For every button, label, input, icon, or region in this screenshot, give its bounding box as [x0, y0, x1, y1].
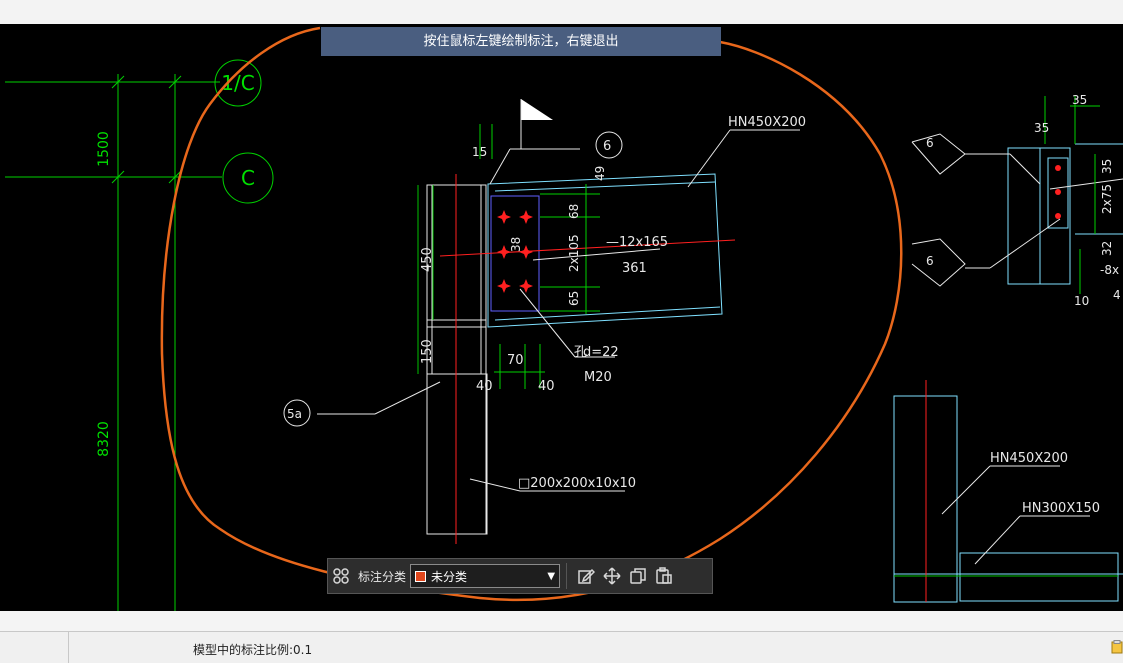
status-bar: 模型中的标注比例:0.1 — [0, 611, 1123, 663]
status-row: 模型中的标注比例:0.1 — [0, 632, 1123, 663]
copy-icon[interactable] — [625, 563, 651, 589]
right-dim-32: 32 — [1100, 241, 1114, 256]
connection-plate — [490, 195, 540, 312]
weld-dim-15: 15 — [472, 145, 487, 159]
hint-banner: 按住鼠标左键绘制标注，右键退出 — [321, 27, 721, 56]
cad-drawing: 1/C C 1500 8320 49 68 2x105 65 38 70 40 … — [5, 26, 1123, 611]
dim-65: 65 — [567, 291, 581, 306]
right-dim-35a: 35 — [1072, 93, 1087, 107]
cad-canvas[interactable]: 1/C C 1500 8320 49 68 2x105 65 38 70 40 … — [0, 24, 1123, 611]
chevron-down-icon: ▼ — [547, 570, 556, 582]
label-bolt: M20 — [584, 370, 612, 385]
right-dim-4: 4 — [1113, 288, 1121, 302]
grid-icon[interactable] — [328, 563, 354, 589]
site-weld-flag — [521, 99, 553, 120]
right-dim-8x: -8x — [1100, 263, 1119, 277]
grid-label-c: C — [241, 166, 255, 190]
dim-68: 68 — [567, 204, 581, 219]
right-dim-10: 10 — [1074, 294, 1089, 308]
top-toolbar-strip — [0, 0, 1123, 25]
paste-icon[interactable] — [651, 563, 677, 589]
annotation-toolbar: 标注分类 未分类 ▼ — [327, 558, 713, 594]
right-dim-35b: 35 — [1034, 121, 1049, 135]
column-lower — [426, 373, 488, 535]
label-detail-5a: 5a — [287, 407, 302, 421]
dim-2x105: 2x105 — [567, 234, 581, 272]
label-bolt-hole: d=22 — [583, 345, 619, 360]
category-color-swatch — [415, 570, 427, 582]
dim-49: 49 — [593, 166, 607, 181]
edit-icon[interactable] — [573, 563, 599, 589]
dim-40b: 40 — [538, 379, 555, 394]
right-dim-35c: 35 — [1100, 159, 1114, 174]
dim-38: 38 — [509, 237, 523, 252]
dim-450: 450 — [420, 247, 435, 272]
move-icon[interactable] — [599, 563, 625, 589]
label-plate-length: 361 — [622, 261, 647, 276]
category-label: 标注分类 — [358, 569, 407, 584]
beam-centerline — [439, 239, 736, 257]
dim-40a: 40 — [476, 379, 493, 394]
dimension-8320: 8320 — [96, 421, 112, 457]
right-dim-2x75: 2x75 — [1100, 184, 1114, 214]
label-beam-hn300x150: HN300X150 — [1022, 501, 1100, 516]
dimension-1500: 1500 — [96, 131, 112, 167]
label-column: □200x200x10x10 — [518, 476, 636, 491]
label-beam-hn450x200-right: HN450X200 — [990, 451, 1068, 466]
dim-150: 150 — [420, 339, 435, 364]
status-cell — [0, 632, 69, 663]
bottom-right-detail — [893, 395, 1123, 603]
label-plate: —12x165 — [606, 235, 668, 250]
label-detail-6: 6 — [603, 139, 611, 154]
annotation-scale-text: 模型中的标注比例:0.1 — [193, 643, 313, 657]
category-select[interactable]: 未分类 ▼ — [410, 564, 561, 588]
status-strip — [0, 611, 1123, 632]
dim-70: 70 — [507, 353, 524, 368]
right-weld-6-bottom: 6 — [926, 254, 934, 268]
label-beam-hn450x200: HN450X200 — [728, 115, 806, 130]
toolbar-divider — [566, 563, 568, 589]
clipboard-icon[interactable] — [1111, 640, 1123, 654]
category-select-value: 未分类 — [431, 569, 468, 584]
right-weld-6-top: 6 — [926, 136, 934, 150]
